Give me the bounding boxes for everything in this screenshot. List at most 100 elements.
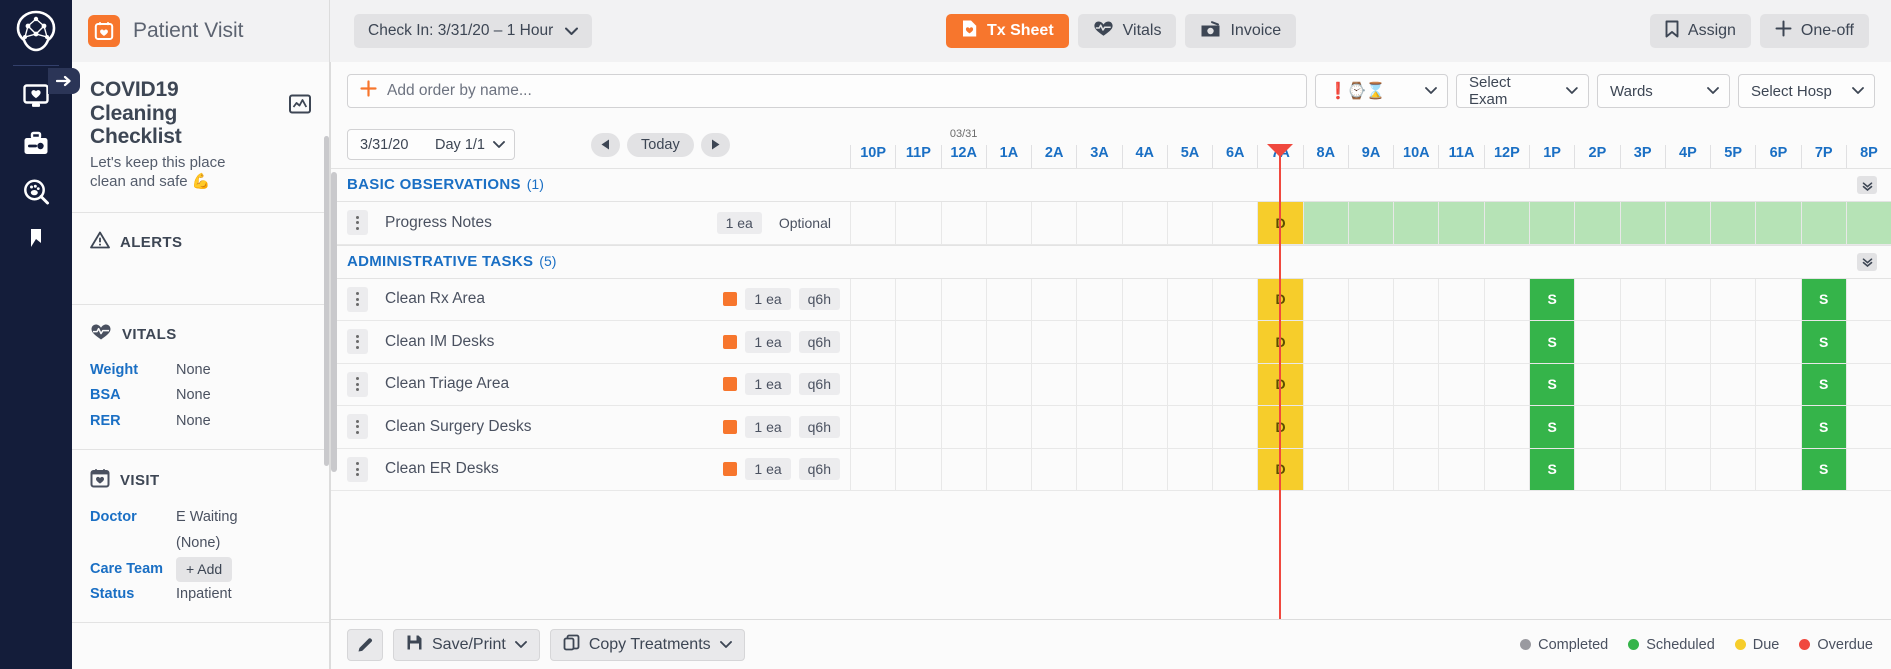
save-print-button[interactable]: Save/Print: [393, 629, 540, 661]
grid-cell[interactable]: [1710, 202, 1755, 244]
grid-cell[interactable]: S: [1529, 279, 1574, 321]
grid-cell[interactable]: [1167, 449, 1212, 491]
next-day-button[interactable]: [701, 133, 730, 157]
grid-cell[interactable]: [1620, 406, 1665, 448]
hour-column-2P[interactable]: 2P: [1574, 145, 1619, 168]
collapse-chevron-icon[interactable]: [1857, 176, 1877, 194]
grid-cell[interactable]: [1076, 364, 1121, 406]
grid-cell[interactable]: [1846, 449, 1891, 491]
grid-cell[interactable]: [1755, 202, 1800, 244]
grid-cell[interactable]: [1755, 321, 1800, 363]
grid-cell[interactable]: [1755, 279, 1800, 321]
grid-cell[interactable]: [1484, 279, 1529, 321]
grid-cell[interactable]: [1393, 202, 1438, 244]
grid-cell[interactable]: [850, 449, 895, 491]
hour-column-4A[interactable]: 4A: [1122, 145, 1167, 168]
grid-cell[interactable]: [1167, 279, 1212, 321]
grid-scrollbar[interactable]: [331, 172, 337, 472]
grid-cell[interactable]: [1212, 279, 1257, 321]
grid-cell[interactable]: [1303, 449, 1348, 491]
grid-cell[interactable]: [1212, 406, 1257, 448]
tab-vitals[interactable]: Vitals: [1078, 14, 1177, 48]
grid-cell[interactable]: S: [1529, 406, 1574, 448]
hour-column-6A[interactable]: 6A: [1212, 145, 1257, 168]
grid-cell[interactable]: [1212, 202, 1257, 244]
grid-cell[interactable]: [1076, 406, 1121, 448]
hour-column-8A[interactable]: 8A: [1303, 145, 1348, 168]
grid-cell[interactable]: [1212, 321, 1257, 363]
grid-cell[interactable]: [1393, 449, 1438, 491]
grid-cell[interactable]: [1484, 406, 1529, 448]
grid-cell[interactable]: [1665, 279, 1710, 321]
grid-cell[interactable]: [895, 406, 940, 448]
grid-cell[interactable]: [1438, 202, 1483, 244]
assign-button[interactable]: Assign: [1650, 14, 1751, 48]
grid-cell[interactable]: [1529, 202, 1574, 244]
grid-cell[interactable]: [1122, 449, 1167, 491]
grid-cell[interactable]: [1665, 321, 1710, 363]
grid-cell[interactable]: [1438, 321, 1483, 363]
tab-tx-sheet[interactable]: Tx Sheet: [946, 14, 1069, 48]
grid-cell[interactable]: [1438, 364, 1483, 406]
sidebar-item-search-patient[interactable]: [0, 168, 72, 216]
hour-column-2A[interactable]: 2A: [1031, 145, 1076, 168]
grid-cell[interactable]: [1620, 202, 1665, 244]
grid-cell[interactable]: [1348, 321, 1393, 363]
grid-cell[interactable]: [1122, 406, 1167, 448]
grid-cell[interactable]: [1846, 279, 1891, 321]
add-care-team-button[interactable]: + Add: [176, 557, 232, 581]
grid-cell[interactable]: S: [1529, 321, 1574, 363]
copy-treatments-button[interactable]: Copy Treatments: [550, 629, 745, 661]
grid-cell[interactable]: [850, 406, 895, 448]
grid-cell[interactable]: [1846, 364, 1891, 406]
sidebar-item-bookmarks[interactable]: [0, 216, 72, 264]
grid-cell[interactable]: [1122, 364, 1167, 406]
tab-invoice[interactable]: Invoice: [1185, 14, 1296, 48]
wards-select[interactable]: Wards: [1597, 74, 1730, 108]
hour-column-10A[interactable]: 10A: [1393, 145, 1438, 168]
search-input[interactable]: Add order by name...: [347, 74, 1307, 108]
grid-cell[interactable]: [1076, 279, 1121, 321]
hour-column-7P[interactable]: 7P: [1801, 145, 1846, 168]
grid-cell[interactable]: [986, 364, 1031, 406]
grid-cell[interactable]: [1710, 449, 1755, 491]
grid-cell[interactable]: [1438, 406, 1483, 448]
grid-cell[interactable]: [1393, 406, 1438, 448]
grid-cell[interactable]: [1031, 202, 1076, 244]
grid-cell[interactable]: [1755, 449, 1800, 491]
grid-cell[interactable]: [1393, 321, 1438, 363]
one-off-button[interactable]: One-off: [1760, 14, 1869, 48]
hour-column-3P[interactable]: 3P: [1620, 145, 1665, 168]
grid-cell[interactable]: [1620, 364, 1665, 406]
hour-column-4P[interactable]: 4P: [1665, 145, 1710, 168]
grid-cell[interactable]: [1574, 279, 1619, 321]
grid-cell[interactable]: [1574, 449, 1619, 491]
grid-cell[interactable]: [1438, 449, 1483, 491]
grid-cell[interactable]: [1846, 406, 1891, 448]
grid-cell[interactable]: [1846, 321, 1891, 363]
grid-cell[interactable]: [1574, 406, 1619, 448]
grid-cell[interactable]: S: [1801, 364, 1846, 406]
grid-cell[interactable]: [1031, 406, 1076, 448]
hour-column-11P[interactable]: 11P: [895, 145, 940, 168]
grid-cell[interactable]: [1348, 449, 1393, 491]
grid-cell[interactable]: [1710, 406, 1755, 448]
grid-cell[interactable]: [1574, 202, 1619, 244]
grid-cell[interactable]: [1755, 406, 1800, 448]
grid-cell[interactable]: [895, 279, 940, 321]
hour-column-8P[interactable]: 8P: [1846, 145, 1891, 168]
grid-cell[interactable]: [1710, 321, 1755, 363]
grid-cell[interactable]: [1393, 279, 1438, 321]
grid-cell[interactable]: [1031, 321, 1076, 363]
grid-cell[interactable]: [1076, 321, 1121, 363]
grid-cell[interactable]: [1303, 202, 1348, 244]
grid-cell[interactable]: [1167, 321, 1212, 363]
grid-cell[interactable]: [1031, 279, 1076, 321]
collapse-chevron-icon[interactable]: [1857, 253, 1877, 271]
hour-column-5A[interactable]: 5A: [1167, 145, 1212, 168]
priority-filter-select[interactable]: ❗⌚⌛: [1315, 74, 1448, 108]
grid-cell[interactable]: [1348, 202, 1393, 244]
hour-column-11A[interactable]: 11A: [1438, 145, 1483, 168]
grid-cell[interactable]: [986, 449, 1031, 491]
grid-cell[interactable]: [941, 321, 986, 363]
